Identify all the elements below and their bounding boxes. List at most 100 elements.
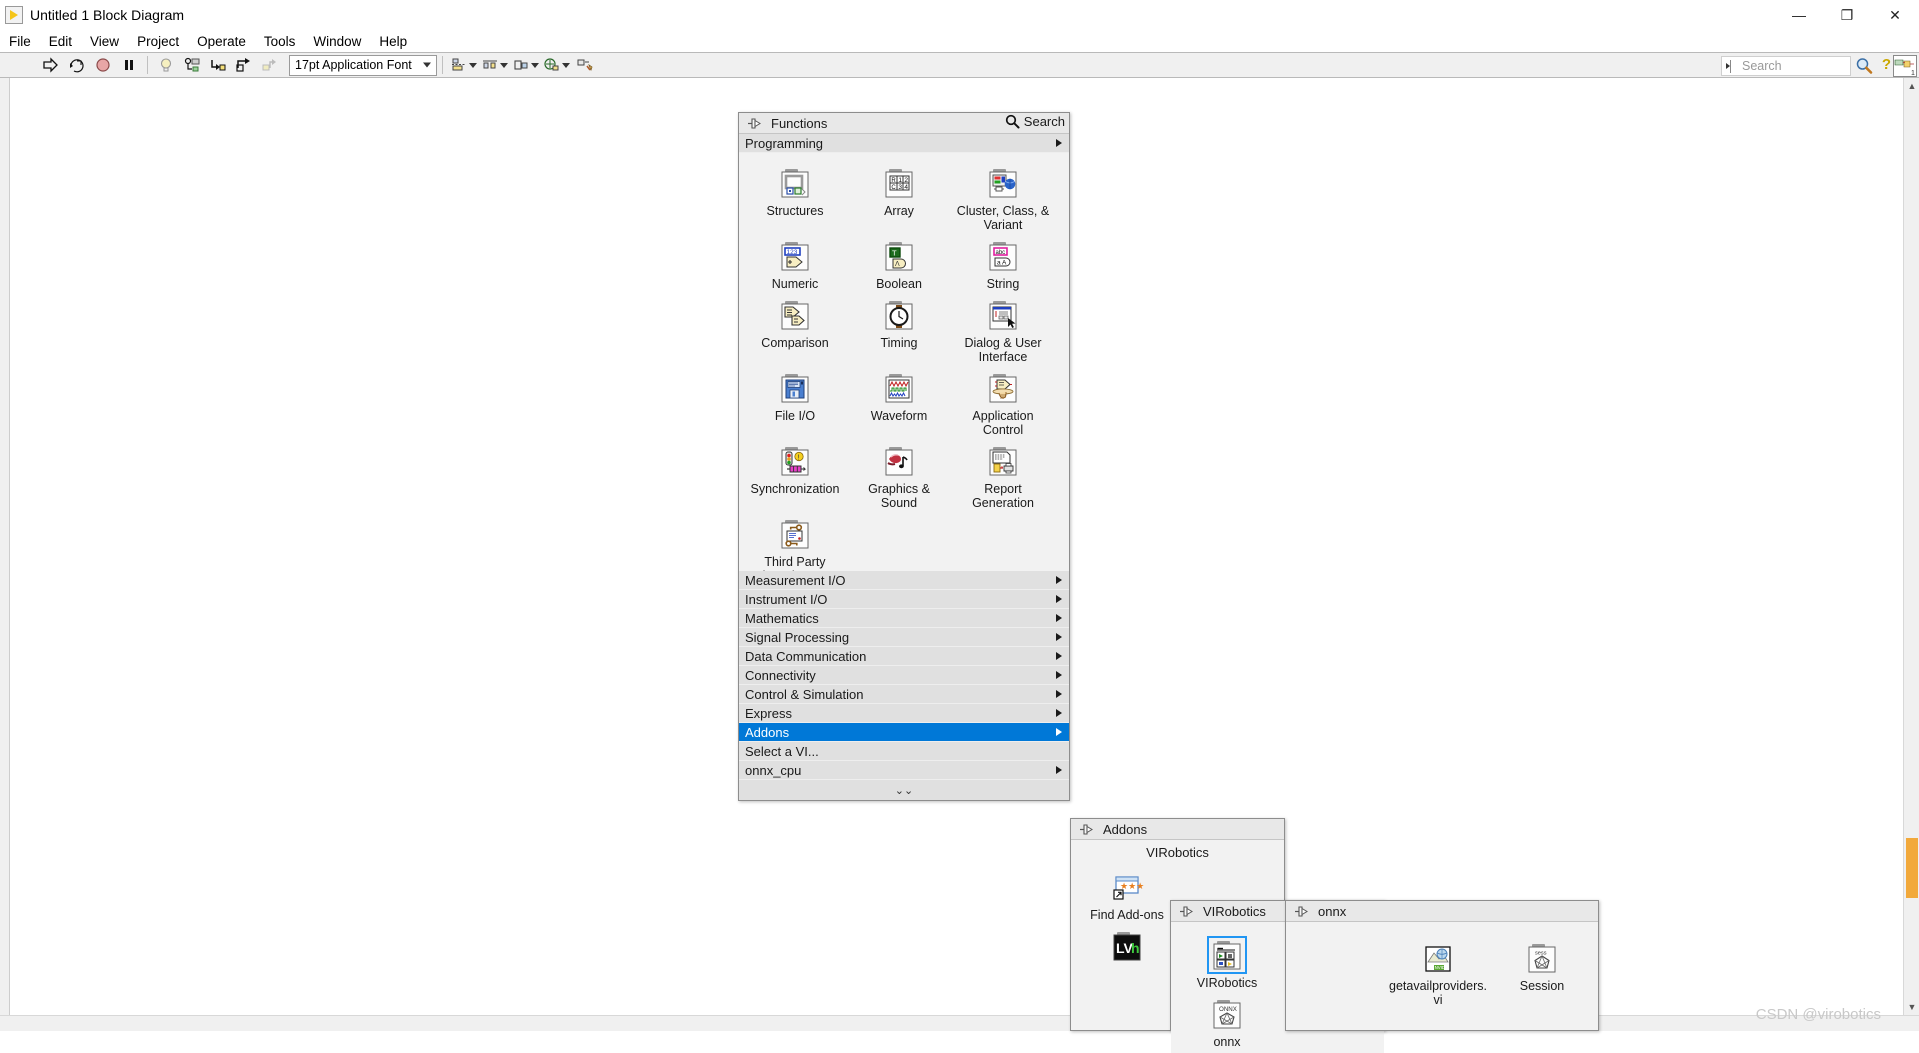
svg-text:1: 1 (898, 177, 902, 184)
retain-wire-values-icon[interactable] (180, 54, 204, 76)
search-icon[interactable] (1855, 57, 1873, 75)
chevron-right-icon (1056, 614, 1062, 622)
palette-row-express[interactable]: Express (739, 704, 1069, 723)
palette-icon-comparison[interactable]: Comparison (743, 291, 847, 364)
help-icon[interactable]: ? (1882, 56, 1891, 73)
palette-icon-waveform[interactable]: Waveform (847, 364, 951, 437)
run-arrow-icon[interactable] (39, 54, 63, 76)
palette-icon-boolean[interactable]: T Λ Boolean (847, 232, 951, 291)
palette-icon-synchronization[interactable]: ! Synchronization (743, 437, 847, 510)
palette-row-mathematics[interactable]: Mathematics (739, 609, 1069, 628)
highlight-execution-icon[interactable] (154, 54, 178, 76)
scroll-up-icon[interactable]: ▲ (1904, 78, 1919, 94)
getavailproviders-icon: NVIDIA (1420, 941, 1456, 975)
cluster-class-variant-icon (985, 166, 1021, 200)
menu-window[interactable]: Window (304, 32, 370, 51)
palette-row-addons[interactable]: Addons (739, 723, 1069, 742)
pause-icon[interactable] (117, 54, 141, 76)
svg-text:h: h (1131, 940, 1140, 956)
onnx-icon: ONNX (1209, 997, 1245, 1031)
palette-icon-graphics-sound[interactable]: Graphics & Sound (847, 437, 951, 510)
palette-icon-lvh[interactable]: LV h (1075, 922, 1179, 967)
functions-palette-header: Functions Search (739, 113, 1069, 134)
onnx-palette[interactable]: onnx NVIDIA getavailproviders.vi (1285, 900, 1599, 1031)
onnx-icon-grid: NVIDIA getavailproviders.vi sess Session (1286, 922, 1598, 1011)
maximize-button[interactable]: ❐ (1823, 0, 1871, 30)
string-icon: abc a A (985, 239, 1021, 273)
horizontal-scrollbar[interactable] (0, 1015, 1919, 1031)
menu-tools[interactable]: Tools (255, 32, 305, 51)
palette-row-measurement-io[interactable]: Measurement I/O (739, 571, 1069, 590)
distribute-objects-button[interactable] (481, 57, 508, 73)
palette-row-label: onnx_cpu (745, 763, 801, 778)
menu-edit[interactable]: Edit (40, 32, 81, 51)
palette-icon-numeric[interactable]: 123 Numeric (743, 232, 847, 291)
palette-icon-report-generation[interactable]: Report Generation (951, 437, 1055, 510)
palette-row-control-simulation[interactable]: Control & Simulation (739, 685, 1069, 704)
scroll-down-icon[interactable]: ▼ (1904, 999, 1919, 1015)
vertical-scrollbar[interactable]: ▲ ▼ (1903, 78, 1919, 1031)
search-input[interactable]: Search (1721, 56, 1851, 76)
menu-operate[interactable]: Operate (188, 32, 255, 51)
abort-execution-icon[interactable] (91, 54, 115, 76)
palette-row-onnx-cpu[interactable]: onnx_cpu (739, 761, 1069, 780)
palette-row-connectivity[interactable]: Connectivity (739, 666, 1069, 685)
palette-icon-session[interactable]: sess Session (1490, 934, 1594, 1007)
align-objects-button[interactable] (450, 57, 477, 73)
chevron-right-icon (1056, 728, 1062, 736)
palette-row-data-communication[interactable]: Data Communication (739, 647, 1069, 666)
palette-icon-find-addons[interactable]: ★★★ Find Add-ons (1075, 863, 1179, 922)
palette-icon-label: Synchronization (745, 482, 845, 496)
minimize-button[interactable]: — (1775, 0, 1823, 30)
palette-icon-getavailproviders[interactable]: NVIDIA getavailproviders.vi (1386, 934, 1490, 1007)
scrollbar-thumb[interactable] (1906, 838, 1918, 898)
window-title: Untitled 1 Block Diagram (30, 7, 184, 23)
chevron-right-icon (1056, 595, 1062, 603)
palette-icon-string[interactable]: abc a A String (951, 232, 1055, 291)
palette-icon-dialog-user-interface[interactable]: Dialog & User Interface (951, 291, 1055, 364)
pin-icon[interactable] (747, 117, 761, 129)
palette-icon-cluster-class-variant[interactable]: Cluster, Class, & Variant (951, 159, 1055, 232)
labview-app-icon (5, 6, 23, 24)
palette-icon-array[interactable]: R C 1 2 3 4 Array (847, 159, 951, 232)
ni-logo-icon[interactable]: 1 (1893, 55, 1917, 77)
font-selector[interactable]: 17pt Application Font (289, 55, 437, 76)
menu-view[interactable]: View (81, 32, 128, 51)
palette-expand-button[interactable]: ⌄⌄ (739, 780, 1069, 800)
palette-icon-timing[interactable]: Timing (847, 291, 951, 364)
palette-icon-onnx[interactable]: ONNX onnx (1175, 990, 1279, 1049)
svg-text:ONNX: ONNX (1219, 1006, 1237, 1013)
palette-icon-label: Comparison (745, 336, 845, 350)
menu-bar: File Edit View Project Operate Tools Win… (0, 30, 1919, 52)
palette-row-programming[interactable]: Programming (739, 134, 1069, 153)
menu-file[interactable]: File (0, 32, 40, 51)
resize-objects-button[interactable] (512, 57, 539, 73)
step-over-icon[interactable] (232, 54, 256, 76)
pin-icon[interactable] (1179, 905, 1193, 917)
pin-icon[interactable] (1294, 905, 1308, 917)
menu-help[interactable]: Help (370, 32, 416, 51)
pin-icon[interactable] (1079, 823, 1093, 835)
palette-icon-structures[interactable]: Structures (743, 159, 847, 232)
menu-project[interactable]: Project (128, 32, 188, 51)
palette-icon-file-io[interactable]: File I/O (743, 364, 847, 437)
palette-search-button[interactable]: Search (1005, 114, 1065, 129)
step-out-icon[interactable] (258, 54, 282, 76)
palette-icon-application-control[interactable]: Application Control (951, 364, 1055, 437)
clean-up-diagram-icon[interactable] (573, 54, 597, 76)
functions-palette[interactable]: Functions Search Programming (738, 112, 1070, 801)
reorder-button[interactable] (543, 57, 570, 73)
palette-row-instrument-io[interactable]: Instrument I/O (739, 590, 1069, 609)
addons-palette-title: Addons (1103, 822, 1147, 837)
palette-icon-virobotics[interactable]: VIRobotics (1175, 931, 1279, 990)
palette-row-signal-processing[interactable]: Signal Processing (739, 628, 1069, 647)
palette-icon-label: Array (849, 204, 949, 218)
close-button[interactable]: ✕ (1871, 0, 1919, 30)
palette-row-select-a-vi[interactable]: Select a VI... (739, 742, 1069, 761)
step-into-icon[interactable] (206, 54, 230, 76)
palette-icon-label: Application Control (953, 409, 1053, 437)
palette-row-label: Control & Simulation (745, 687, 864, 702)
run-continuously-icon[interactable] (65, 54, 89, 76)
svg-text:a A: a A (997, 260, 1007, 267)
palette-search-label: Search (1024, 114, 1065, 129)
